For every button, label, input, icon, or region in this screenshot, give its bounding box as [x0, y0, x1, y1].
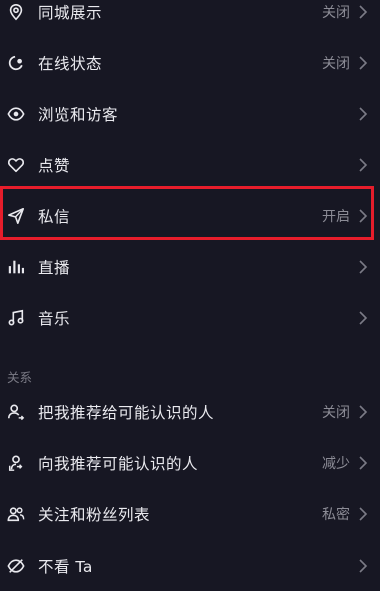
setting-row-music[interactable]: 音乐 — [0, 293, 380, 343]
send-icon — [6, 206, 26, 226]
setting-row-views-visitors[interactable]: 浏览和访客 — [0, 89, 380, 139]
setting-label: 不看 Ta — [38, 558, 93, 576]
heart-icon — [6, 155, 26, 175]
chevron-right-icon — [358, 311, 368, 325]
setting-label: 把我推荐给可能认识的人 — [38, 404, 215, 422]
music-note-icon — [6, 308, 26, 328]
relation-row-block-viewing[interactable]: 不看 Ta — [0, 541, 380, 591]
setting-row-live[interactable]: 直播 — [0, 242, 380, 292]
setting-label: 同城展示 — [38, 4, 103, 22]
setting-label: 直播 — [38, 259, 71, 277]
relation-row-follow-fans-list[interactable]: 关注和粉丝列表 私密 — [0, 489, 380, 539]
setting-label: 浏览和访客 — [38, 106, 119, 124]
setting-label: 在线状态 — [38, 55, 103, 73]
setting-value: 关闭 — [322, 405, 350, 421]
chevron-right-icon — [358, 456, 368, 470]
setting-row-nearby[interactable]: 同城展示 关闭 — [0, 0, 380, 37]
setting-row-likes[interactable]: 点赞 — [0, 140, 380, 190]
setting-value: 关闭 — [322, 56, 350, 72]
relation-row-suggest-to-me[interactable]: 向我推荐可能认识的人 减少 — [0, 438, 380, 488]
live-bars-icon — [6, 257, 26, 277]
setting-value: 关闭 — [322, 5, 350, 21]
chevron-right-icon — [358, 260, 368, 274]
user-recommend-icon — [6, 402, 26, 422]
setting-label: 音乐 — [38, 310, 71, 328]
setting-label: 点赞 — [38, 157, 71, 175]
setting-row-direct-message[interactable]: 私信 开启 — [0, 191, 380, 241]
user-suggest-icon — [6, 453, 26, 473]
chevron-right-icon — [358, 559, 368, 573]
setting-label: 向我推荐可能认识的人 — [38, 455, 199, 473]
users-icon — [6, 504, 26, 524]
chevron-right-icon — [358, 507, 368, 521]
chevron-right-icon — [358, 5, 368, 19]
section-label-relations: 关系 — [7, 370, 33, 385]
eye-icon — [6, 104, 26, 124]
chevron-right-icon — [358, 209, 368, 223]
setting-label: 关注和粉丝列表 — [38, 506, 151, 524]
chevron-right-icon — [358, 56, 368, 70]
setting-row-online-status[interactable]: 在线状态 关闭 — [0, 38, 380, 88]
chevron-right-icon — [358, 158, 368, 172]
location-pin-icon — [6, 2, 26, 22]
setting-value: 私密 — [322, 507, 350, 523]
chevron-right-icon — [358, 107, 368, 121]
relation-row-recommend-me[interactable]: 把我推荐给可能认识的人 关闭 — [0, 387, 380, 437]
setting-label: 私信 — [38, 208, 71, 226]
setting-value: 减少 — [322, 456, 350, 472]
setting-value: 开启 — [322, 209, 350, 225]
online-status-icon — [6, 53, 26, 73]
eye-off-icon — [6, 556, 26, 576]
chevron-right-icon — [358, 405, 368, 419]
